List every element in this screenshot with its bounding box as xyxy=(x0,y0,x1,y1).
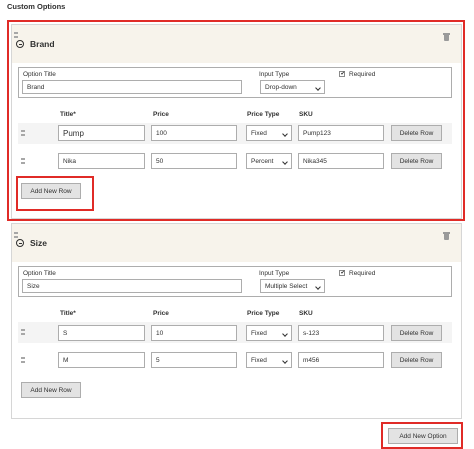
delete-row-button[interactable]: Delete Row xyxy=(391,325,442,341)
row-price-type-select[interactable]: Fixed xyxy=(246,352,292,368)
row-sku-input[interactable]: m456 xyxy=(298,352,384,368)
chevron-down-icon xyxy=(282,331,288,337)
option-title-value: Size xyxy=(27,282,40,290)
input-type-label: Input Type xyxy=(259,270,290,277)
custom-options-heading: Custom Options xyxy=(7,2,66,11)
col-price-type-header: Price Type xyxy=(247,310,280,317)
row-sku-value: m456 xyxy=(303,356,320,364)
row-price-input[interactable]: 5 xyxy=(151,352,237,368)
add-new-row-button[interactable]: Add New Row xyxy=(21,382,81,398)
drag-handle-icon[interactable] xyxy=(21,329,25,335)
row-title-input[interactable]: S xyxy=(58,325,145,341)
col-title-header: Title* xyxy=(60,310,76,317)
highlight-box xyxy=(381,422,463,449)
row-price-type-value: Fixed xyxy=(251,329,267,337)
row-sku-input[interactable]: s-123 xyxy=(298,325,384,341)
delete-row-button[interactable]: Delete Row xyxy=(391,352,442,368)
delete-option-trash-icon[interactable] xyxy=(443,232,450,240)
drag-handle-icon[interactable] xyxy=(21,357,25,363)
chevron-down-icon xyxy=(282,358,288,364)
row-price-input[interactable]: 10 xyxy=(151,325,237,341)
col-sku-header: SKU xyxy=(299,310,313,317)
required-label: Required xyxy=(349,270,376,277)
option-title-input[interactable]: Size xyxy=(22,279,242,293)
row-title-value: M xyxy=(63,356,69,364)
chevron-down-icon xyxy=(315,284,321,290)
required-checkbox[interactable] xyxy=(339,270,345,276)
row-price-value: 10 xyxy=(156,329,164,337)
row-title-value: S xyxy=(63,329,68,337)
option-header xyxy=(12,224,461,262)
col-price-header: Price xyxy=(153,310,169,317)
input-type-select[interactable]: Multiple Select xyxy=(260,279,325,293)
row-price-type-select[interactable]: Fixed xyxy=(246,325,292,341)
option-name: Size xyxy=(30,238,48,248)
row-title-input[interactable]: M xyxy=(58,352,145,368)
highlight-box xyxy=(16,176,94,211)
drag-handle-icon[interactable] xyxy=(14,232,18,238)
row-price-value: 5 xyxy=(156,356,160,364)
collapse-toggle-icon[interactable] xyxy=(16,239,24,247)
row-sku-value: s-123 xyxy=(303,329,320,337)
input-type-value: Multiple Select xyxy=(265,282,308,290)
option-title-label: Option Title xyxy=(23,270,56,277)
row-price-type-value: Fixed xyxy=(251,356,267,364)
